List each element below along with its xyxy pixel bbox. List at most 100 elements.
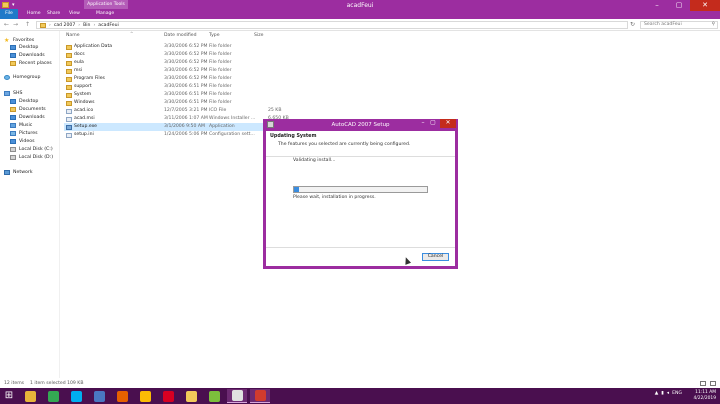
- back-arrow-icon[interactable]: ←: [4, 21, 9, 28]
- large-icons-view-icon[interactable]: [710, 381, 716, 386]
- breadcrumb-bin[interactable]: Bin: [83, 23, 90, 28]
- address-row: ← → ↑ › cad 2007 › Bin › acadFeui ↻ Sear…: [0, 19, 720, 31]
- file-date: 3/30/2006 6:52 PM: [164, 44, 208, 49]
- table-row[interactable]: Program Files 3/30/2006 6:52 PM File folde…: [64, 75, 284, 83]
- dialog-maximize-button[interactable]: ▢: [428, 119, 438, 128]
- tab-manage[interactable]: Manage: [91, 9, 119, 19]
- taskbar-app-autocad[interactable]: [204, 389, 224, 403]
- table-row[interactable]: Application Data 3/30/2006 6:52 PM File fo…: [64, 43, 284, 51]
- column-header-date-modified[interactable]: Date modified: [164, 31, 197, 40]
- taskbar-app-setup[interactable]: [227, 389, 247, 403]
- dialog-message: Please wait, installation in progress.: [293, 195, 376, 200]
- sidebar-item-homegroup[interactable]: Homegroup: [4, 73, 40, 81]
- file-type: Application: [209, 124, 235, 129]
- sidebar-item-recent-places[interactable]: Recent places: [10, 59, 52, 67]
- table-row[interactable]: support 3/30/2006 6:51 PM File folder: [64, 83, 284, 91]
- folder-icon: [66, 61, 72, 66]
- sidebar-item-shs[interactable]: SHS: [4, 89, 22, 97]
- taskbar-app-file-explorer[interactable]: [20, 389, 40, 403]
- tray-arrow-icon[interactable]: ▲: [655, 391, 659, 396]
- table-row[interactable]: eula 3/30/2006 6:52 PM File folder: [64, 59, 284, 67]
- taskbar-app-skype[interactable]: [66, 389, 86, 403]
- taskbar-app-chrome[interactable]: [135, 389, 155, 403]
- file-type: File folder: [209, 52, 232, 57]
- breadcrumb-cad-2007[interactable]: cad 2007: [54, 23, 75, 28]
- language-indicator[interactable]: ENG: [672, 391, 682, 396]
- taskbar-app-chrome[interactable]: [43, 389, 63, 403]
- sidebar-item-videos[interactable]: Videos: [10, 137, 35, 145]
- file-type: File folder: [209, 100, 232, 105]
- file-type: File folder: [209, 92, 232, 97]
- dialog-minimize-button[interactable]: –: [418, 119, 428, 128]
- column-header-name[interactable]: Name: [66, 31, 80, 40]
- table-row[interactable]: acad.ico 12/7/2005 3:21 PM ICO File 25 KB: [64, 107, 284, 115]
- file-type: ICO File: [209, 108, 227, 113]
- taskbar-app-opera[interactable]: [158, 389, 178, 403]
- taskbar-app-autocad-red[interactable]: [250, 389, 270, 403]
- refresh-icon[interactable]: ↻: [630, 21, 635, 28]
- search-input[interactable]: Search acadFeui ⚲: [640, 21, 718, 29]
- table-row[interactable]: docs 3/30/2006 6:52 PM File folder: [64, 51, 284, 59]
- taskbar-app-camera[interactable]: [89, 389, 109, 403]
- ico-file-icon: [66, 109, 72, 114]
- breadcrumb-acadfeui[interactable]: acadFeui: [98, 23, 118, 28]
- clock[interactable]: 11:11 AM 4/22/2019: [693, 390, 716, 402]
- search-placeholder: Search acadFeui: [644, 22, 682, 27]
- sidebar-item-local-disk-d[interactable]: Local Disk (D:): [10, 153, 53, 161]
- table-row-selected[interactable]: Setup.exe 3/1/2006 9:50 AM Application: [64, 123, 284, 131]
- table-row[interactable]: Windows 3/30/2006 6:51 PM File folder: [64, 99, 284, 107]
- volume-icon[interactable]: ◂: [667, 391, 669, 396]
- tab-file[interactable]: File: [0, 9, 18, 19]
- file-date: 3/30/2006 6:52 PM: [164, 76, 208, 81]
- dialog-divider: [266, 247, 455, 248]
- item-count: 12 items: [4, 381, 25, 386]
- forward-arrow-icon[interactable]: →: [13, 21, 18, 28]
- search-icon[interactable]: ⚲: [712, 22, 715, 28]
- table-row[interactable]: setup.ini 1/24/2006 5:06 PM Configuration …: [64, 131, 284, 139]
- sidebar-item-downloads[interactable]: Downloads: [10, 51, 45, 59]
- sidebar-item-network[interactable]: Network: [4, 168, 33, 176]
- sidebar-item-local-disk-c[interactable]: Local Disk (C:): [10, 145, 53, 153]
- network-tray-icon[interactable]: ▮: [661, 391, 664, 396]
- file-date: 3/30/2006 6:51 PM: [164, 92, 208, 97]
- sidebar-item-desktop-2[interactable]: Desktop: [10, 97, 38, 105]
- autocad-icon: [208, 390, 220, 402]
- tab-view[interactable]: View: [64, 9, 85, 19]
- table-row[interactable]: acad.msi 3/11/2006 1:07 AM Windows Install…: [64, 115, 289, 123]
- details-view-icon[interactable]: [700, 381, 706, 386]
- file-name: Windows: [74, 100, 95, 105]
- taskbar-app-file-explorer[interactable]: [181, 389, 201, 403]
- sidebar-item-downloads-2[interactable]: Downloads: [10, 113, 45, 121]
- start-button[interactable]: ⊞: [2, 390, 16, 402]
- dialog-close-button[interactable]: ✕: [440, 119, 456, 128]
- drive-icon: [10, 146, 16, 152]
- folder-icon: [66, 69, 72, 74]
- settings-file-icon: [66, 133, 72, 138]
- music-icon: [10, 122, 16, 128]
- column-header-type[interactable]: Type: [209, 31, 220, 40]
- pictures-icon: [10, 130, 16, 136]
- sidebar-item-music[interactable]: Music: [10, 121, 32, 129]
- folder-icon: [40, 22, 46, 28]
- documents-icon: [10, 106, 16, 112]
- file-name: eula: [74, 60, 84, 65]
- up-arrow-icon[interactable]: ↑: [25, 21, 30, 28]
- sidebar-item-label: Favorites: [13, 37, 35, 43]
- sort-arrow-icon: ^: [130, 31, 134, 36]
- column-header-size[interactable]: Size: [254, 31, 263, 40]
- taskbar-app-firefox[interactable]: [112, 389, 132, 403]
- table-row[interactable]: System 3/30/2006 6:51 PM File folder: [64, 91, 284, 99]
- tab-share[interactable]: Share: [42, 9, 65, 19]
- downloads-icon: [10, 52, 16, 58]
- table-row[interactable]: msi 3/30/2006 6:52 PM File folder: [64, 67, 284, 75]
- sidebar-item-pictures[interactable]: Pictures: [10, 129, 38, 137]
- file-name: docs: [74, 52, 85, 57]
- progress-bar: [293, 186, 428, 193]
- sidebar-item-desktop[interactable]: Desktop: [10, 43, 38, 51]
- sidebar-item-label: Downloads: [19, 114, 45, 120]
- taskbar: ⊞ ▲ ▮ ◂ ENG 11:11 AM 4/22/2019: [0, 388, 720, 404]
- sidebar-item-documents[interactable]: Documents: [10, 105, 46, 113]
- recent-icon: [10, 60, 16, 66]
- cancel-button[interactable]: Cancel: [422, 253, 449, 261]
- address-bar[interactable]: › cad 2007 › Bin › acadFeui: [36, 21, 628, 29]
